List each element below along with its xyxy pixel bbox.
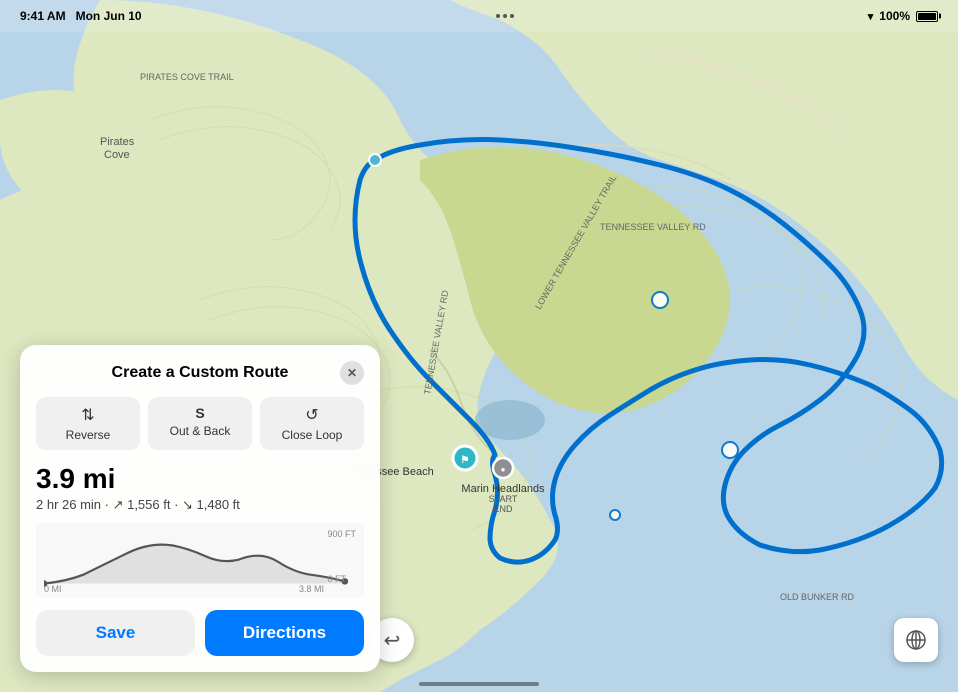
svg-text:OLD BUNKER RD: OLD BUNKER RD [780, 592, 855, 602]
out-back-label: Out & Back [170, 424, 231, 438]
route-options: ⇅ Reverse S Out & Back ↺ Close Loop [36, 397, 364, 450]
elevation-svg [44, 529, 356, 589]
dot-2 [503, 14, 507, 18]
map-controls-button[interactable] [894, 618, 938, 662]
wifi-icon: ▾ [868, 10, 874, 23]
save-button[interactable]: Save [36, 610, 195, 656]
elevation-end-mi: 3.8 MI [299, 584, 324, 594]
svg-text:●: ● [501, 465, 506, 474]
undo-icon: ↩ [384, 628, 401, 653]
battery-icon [916, 11, 938, 22]
out-back-button[interactable]: S Out & Back [148, 397, 252, 450]
svg-text:PIRATES COVE TRAIL: PIRATES COVE TRAIL [140, 72, 234, 82]
reverse-icon: ⇅ [81, 405, 94, 425]
custom-route-panel: Create a Custom Route ✕ ⇅ Reverse S Out … [20, 345, 380, 672]
out-back-icon: S [195, 405, 204, 421]
elevation-top-label: 900 FT [327, 529, 356, 539]
action-buttons: Save Directions [36, 610, 364, 656]
panel-close-button[interactable]: ✕ [340, 361, 364, 385]
elevation-labels-bottom: 0 MI 3.8 MI [44, 584, 324, 594]
elevation-start-mi: 0 MI [44, 584, 62, 594]
reverse-button[interactable]: ⇅ Reverse [36, 397, 140, 450]
status-bar: 9:41 AM Mon Jun 10 ▾ 100% [0, 0, 958, 32]
dot-3 [510, 14, 514, 18]
close-loop-icon: ↺ [305, 405, 318, 425]
elevation-labels-right: 900 FT 0 FT [327, 529, 356, 584]
close-loop-label: Close Loop [282, 428, 343, 442]
status-time: 9:41 AM Mon Jun 10 [20, 9, 142, 23]
svg-text:START: START [489, 494, 518, 504]
svg-text:⚑: ⚑ [461, 455, 470, 466]
route-distance: 3.9 mi [36, 464, 364, 495]
route-stats: 3.9 mi 2 hr 26 min · ↗ 1,556 ft · ↘ 1,48… [36, 464, 364, 513]
svg-text:END: END [493, 504, 513, 514]
panel-header: Create a Custom Route ✕ [36, 361, 364, 385]
svg-text:Cove: Cove [104, 149, 130, 161]
reverse-label: Reverse [66, 428, 111, 442]
battery-fill [918, 13, 936, 20]
elevation-chart: 900 FT 0 FT 0 MI 3.8 MI [36, 523, 364, 598]
route-details: 2 hr 26 min · ↗ 1,556 ft · ↘ 1,480 ft [36, 497, 364, 513]
map-controls-icon [904, 628, 928, 652]
time-display: 9:41 AM [20, 9, 66, 23]
panel-title: Create a Custom Route [60, 364, 340, 382]
home-indicator [419, 682, 539, 686]
battery-percent: 100% [879, 9, 910, 23]
status-center-dots [496, 14, 514, 18]
elevation-bottom-label: 0 FT [327, 574, 356, 584]
status-right: ▾ 100% [868, 9, 938, 23]
svg-text:TENNESSEE VALLEY RD: TENNESSEE VALLEY RD [600, 222, 706, 232]
svg-text:Pirates: Pirates [100, 136, 135, 148]
close-loop-button[interactable]: ↺ Close Loop [260, 397, 364, 450]
date-display: Mon Jun 10 [76, 9, 142, 23]
directions-button[interactable]: Directions [205, 610, 364, 656]
dot-1 [496, 14, 500, 18]
